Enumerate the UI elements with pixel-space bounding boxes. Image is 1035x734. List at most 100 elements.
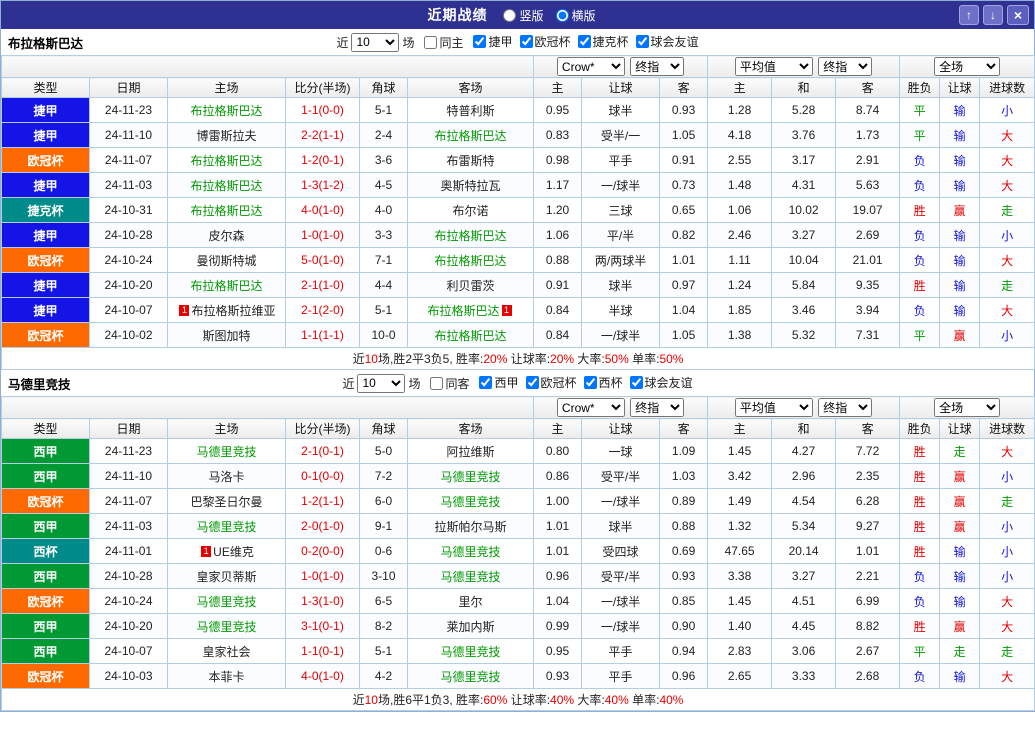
league-checkbox[interactable] <box>577 35 591 48</box>
away-team-cell[interactable]: 里尔 <box>406 588 535 614</box>
league-filter[interactable]: 捷甲 <box>473 33 513 50</box>
home-team-cell[interactable]: 本菲卡 <box>167 663 286 689</box>
league-filter[interactable]: 球会友谊 <box>635 33 699 50</box>
same-venue-checkbox[interactable] <box>424 35 438 49</box>
same-venue-checkbox[interactable] <box>430 376 444 390</box>
avg-home-odds: 2.46 <box>707 222 773 248</box>
team-text: 博雷斯拉夫 <box>196 128 257 143</box>
away-team-cell[interactable]: 马德里竞技 <box>406 538 535 564</box>
home-team-cell[interactable]: 马德里竞技 <box>167 613 286 639</box>
average-odds-select[interactable]: 平均值 <box>734 398 813 417</box>
team-section-atletico: 马德里竞技 近 10 场 同客 西甲 欧冠杯 西杯 球会友谊 Crow* 终指 … <box>0 370 1035 711</box>
col-handicap-result-header: 让球 <box>939 77 981 98</box>
home-team-cell[interactable]: 布拉格斯巴达 <box>167 172 286 198</box>
away-team-cell[interactable]: 布拉格斯巴达 1 <box>406 297 535 323</box>
same-venue-filter[interactable]: 同客 <box>430 375 469 392</box>
home-team-cell[interactable]: 布拉格斯巴达 <box>167 197 286 223</box>
avg-draw-odds: 10.04 <box>771 247 837 273</box>
away-team-cell[interactable]: 奥斯特拉瓦 <box>406 172 535 198</box>
result-winlose: 负 <box>899 663 941 689</box>
league-filter[interactable]: 西杯 <box>583 374 623 391</box>
same-venue-filter[interactable]: 同主 <box>424 34 463 51</box>
fulltime-scope-select[interactable]: 全场 <box>934 398 1001 417</box>
home-team-cell[interactable]: 曼彻斯特城 <box>167 247 286 273</box>
match-score: 1-2(1-1) <box>285 488 360 514</box>
away-team-cell[interactable]: 利贝雷茨 <box>406 272 535 298</box>
match-date: 24-10-24 <box>89 247 168 273</box>
final-average-select[interactable]: 终指 <box>818 398 873 417</box>
home-team-cell[interactable]: 皮尔森 <box>167 222 286 248</box>
layout-option-horizontal[interactable]: 横版 <box>555 7 596 24</box>
avg-home-odds: 1.38 <box>707 322 773 348</box>
away-team-cell[interactable]: 马德里竞技 <box>406 663 535 689</box>
home-team-cell[interactable]: 皇家社会 <box>167 638 286 664</box>
league-filter[interactable]: 西甲 <box>479 374 519 391</box>
home-team-cell[interactable]: 马德里竞技 <box>167 438 286 464</box>
league-filter[interactable]: 捷克杯 <box>577 33 629 50</box>
away-team-cell[interactable]: 布拉格斯巴达 <box>406 222 535 248</box>
away-team-cell[interactable]: 布尔诺 <box>406 197 535 223</box>
avg-draw-odds: 4.45 <box>771 613 837 639</box>
scroll-up-button[interactable]: ↑ <box>959 5 979 25</box>
final-odds-select[interactable]: 终指 <box>630 57 685 76</box>
away-team-cell[interactable]: 特普利斯 <box>406 97 535 123</box>
league-checkbox[interactable] <box>583 376 597 389</box>
odds-source-select[interactable]: Crow* <box>556 57 625 76</box>
league-checkbox[interactable] <box>525 376 539 389</box>
away-team-cell[interactable]: 莱加内斯 <box>406 613 535 639</box>
home-team-cell[interactable]: 皇家贝蒂斯 <box>167 563 286 589</box>
league-checkbox[interactable] <box>473 35 487 48</box>
away-team-cell[interactable]: 阿拉维斯 <box>406 438 535 464</box>
match-score: 1-0(1-0) <box>285 222 360 248</box>
home-team-cell[interactable]: 布拉格斯巴达 <box>167 97 286 123</box>
odds-source-select[interactable]: Crow* <box>556 398 625 417</box>
away-team-cell[interactable]: 马德里竞技 <box>406 463 535 489</box>
games-count-select[interactable]: 10 <box>357 373 406 393</box>
average-odds-select[interactable]: 平均值 <box>734 57 813 76</box>
league-checkbox[interactable] <box>629 376 643 389</box>
final-odds-select[interactable]: 终指 <box>630 398 685 417</box>
handicap-odds-group-header: Crow* 终指 <box>533 396 709 419</box>
result-winlose: 负 <box>899 588 941 614</box>
league-filter[interactable]: 欧冠杯 <box>519 33 571 50</box>
avg-home-odds: 1.45 <box>707 438 773 464</box>
league-checkbox[interactable] <box>635 35 649 48</box>
home-team-cell[interactable]: 马洛卡 <box>167 463 286 489</box>
away-team-cell[interactable]: 布拉格斯巴达 <box>406 322 535 348</box>
final-average-select[interactable]: 终指 <box>818 57 873 76</box>
league-checkbox[interactable] <box>519 35 533 48</box>
odds-away: 1.09 <box>659 438 709 464</box>
away-team-cell[interactable]: 马德里竞技 <box>406 563 535 589</box>
games-count-select[interactable]: 10 <box>351 32 400 52</box>
odds-away: 0.73 <box>659 172 709 198</box>
away-team-cell[interactable]: 布拉格斯巴达 <box>406 122 535 148</box>
avg-away-odds: 5.63 <box>835 172 901 198</box>
home-team-cell[interactable]: 马德里竞技 <box>167 588 286 614</box>
league-filter[interactable]: 欧冠杯 <box>525 374 577 391</box>
home-team-cell[interactable]: 布拉格斯巴达 <box>167 272 286 298</box>
home-team-cell[interactable]: 1 布拉格斯拉维亚 <box>167 297 286 323</box>
league-badge: 西甲 <box>1 513 90 539</box>
away-team-cell[interactable]: 布雷斯特 <box>406 147 535 173</box>
home-team-cell[interactable]: 博雷斯拉夫 <box>167 122 286 148</box>
vertical-layout-radio[interactable] <box>503 8 517 22</box>
league-checkbox[interactable] <box>479 376 493 389</box>
home-team-cell[interactable]: 斯图加特 <box>167 322 286 348</box>
league-filter-label: 捷克杯 <box>592 35 629 49</box>
home-team-cell[interactable]: 布拉格斯巴达 <box>167 147 286 173</box>
close-button[interactable]: × <box>1007 5 1029 25</box>
home-team-cell[interactable]: 1 UE维克 <box>167 538 286 564</box>
col-handicap-header: 让球 <box>581 77 661 98</box>
layout-option-vertical[interactable]: 竖版 <box>503 7 544 24</box>
scroll-down-button[interactable]: ↓ <box>983 5 1003 25</box>
league-filter[interactable]: 球会友谊 <box>629 374 693 391</box>
fulltime-scope-select[interactable]: 全场 <box>934 57 1001 76</box>
avg-draw-odds: 5.32 <box>771 322 837 348</box>
away-team-cell[interactable]: 马德里竞技 <box>406 488 535 514</box>
home-team-cell[interactable]: 马德里竞技 <box>167 513 286 539</box>
away-team-cell[interactable]: 布拉格斯巴达 <box>406 247 535 273</box>
away-team-cell[interactable]: 拉斯帕尔马斯 <box>406 513 535 539</box>
away-team-cell[interactable]: 马德里竞技 <box>406 638 535 664</box>
horizontal-layout-radio[interactable] <box>555 8 569 22</box>
home-team-cell[interactable]: 巴黎圣日尔曼 <box>167 488 286 514</box>
